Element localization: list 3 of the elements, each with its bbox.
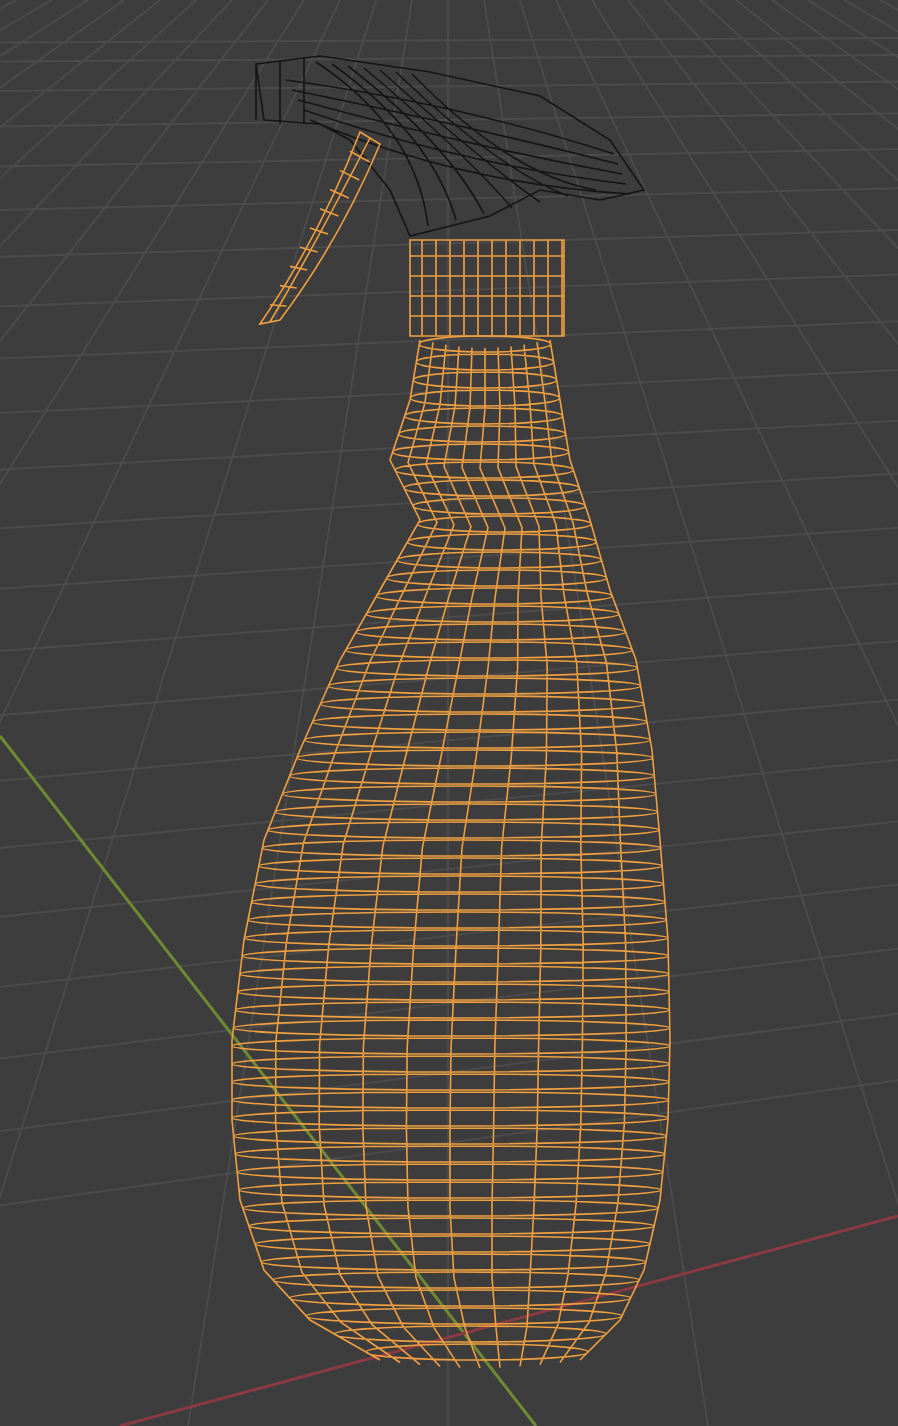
bottle-cap-drawing[interactable] bbox=[409, 239, 565, 337]
bottle-body-drawing[interactable] bbox=[231, 335, 671, 1369]
trigger-drawing[interactable] bbox=[259, 131, 381, 325]
